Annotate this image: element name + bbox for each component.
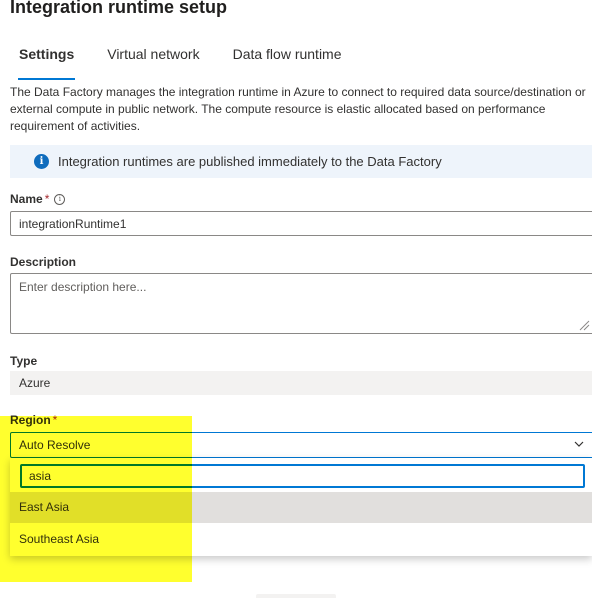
description-paragraph: The Data Factory manages the integration… [10,85,586,133]
region-option-east-asia[interactable]: East Asia [10,492,592,523]
description-textarea[interactable] [10,273,592,334]
name-label: Name * i [10,192,66,206]
region-search-input[interactable] [20,464,585,488]
region-dropdown[interactable]: Auto Resolve [10,432,592,458]
info-small-icon[interactable]: i [54,194,66,205]
info-message-bar: i Integration runtimes are published imm… [10,145,592,178]
region-label-text: Region [10,413,51,427]
tab-bar: Settings Virtual network Data flow runti… [10,40,366,80]
type-value: Azure [10,371,592,395]
info-message-text: Integration runtimes are published immed… [58,154,442,169]
tab-settings[interactable]: Settings [10,40,83,80]
integration-runtime-setup-panel: Integration runtime setup Settings Virtu… [0,0,592,598]
region-option-southeast-asia[interactable]: Southeast Asia [10,524,592,555]
chevron-down-icon[interactable] [574,440,584,448]
tab-data-flow-runtime[interactable]: Data flow runtime [224,40,351,72]
name-input[interactable] [10,211,592,236]
type-label: Type [10,354,38,368]
page-title: Integration runtime setup [10,0,228,17]
bottom-button-fragment [256,594,336,598]
info-icon: i [34,154,49,169]
required-mark: * [44,192,50,206]
tab-virtual-network[interactable]: Virtual network [98,40,208,72]
region-label: Region * [10,413,57,427]
resize-grip-icon[interactable] [578,319,590,331]
name-label-text: Name [10,192,43,206]
description-label: Description [10,255,77,269]
region-required-mark: * [52,413,58,427]
